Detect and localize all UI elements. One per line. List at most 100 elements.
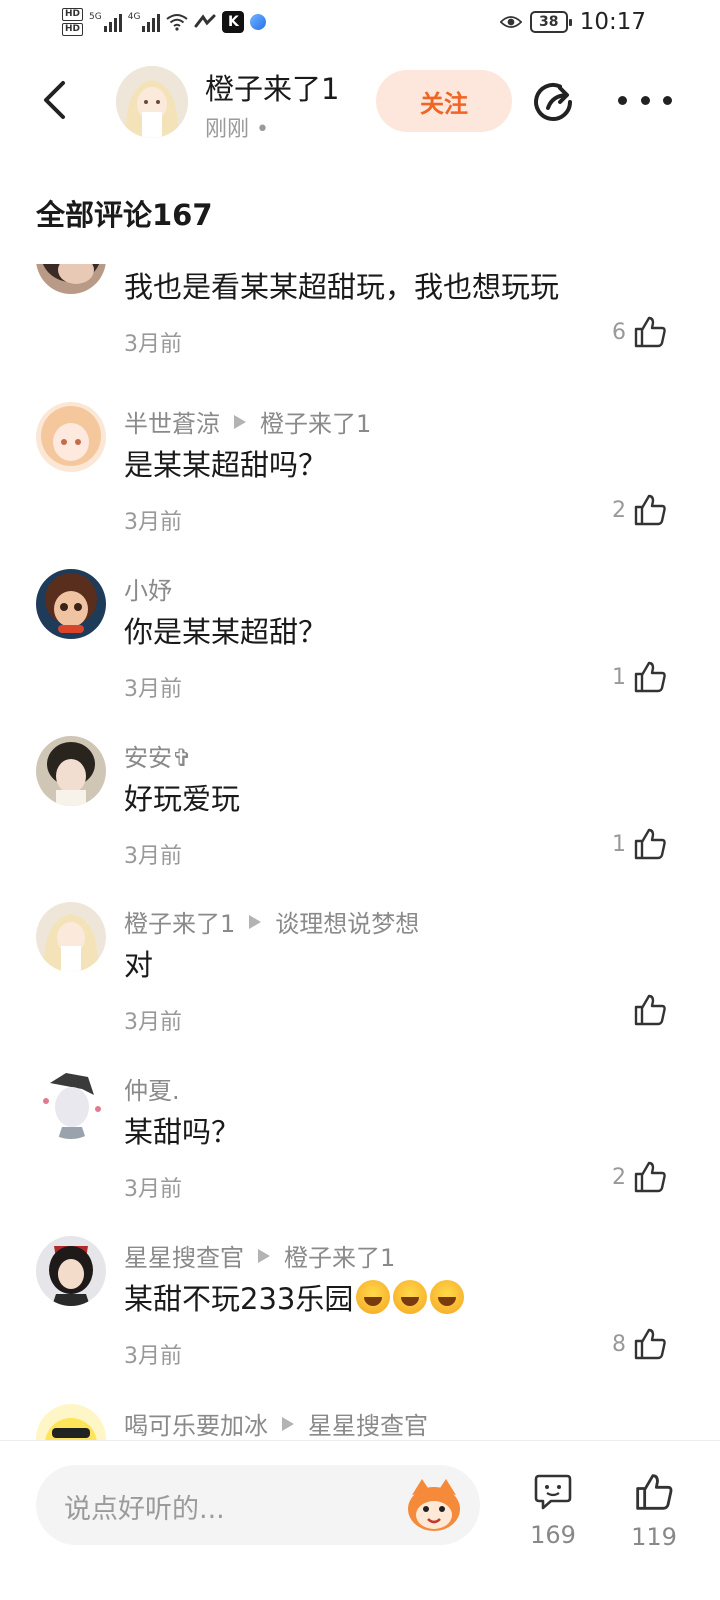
- reply-to-user[interactable]: 橙子来了1: [260, 404, 371, 439]
- commenter-avatar[interactable]: [36, 1236, 106, 1306]
- comment-author[interactable]: 橙子来了1: [124, 904, 235, 939]
- comment-item[interactable]: 星星搜查官 橙子来了1 某甜不玩233乐园 3月前 8: [0, 1236, 720, 1402]
- comment-date: 3月前: [124, 1010, 182, 1035]
- eye-icon: [499, 11, 522, 33]
- commenter-avatar[interactable]: [36, 736, 106, 806]
- comment-author[interactable]: 星星搜查官: [124, 1238, 244, 1273]
- comment-date: 3月前: [124, 332, 182, 357]
- thumbs-up-icon: [634, 994, 666, 1026]
- laugh-emoji-icon: [430, 1280, 465, 1314]
- like-count: 119: [631, 1523, 677, 1551]
- like-count: 8: [612, 1331, 626, 1357]
- like-button[interactable]: 8: [612, 1326, 668, 1362]
- more-button[interactable]: [618, 82, 672, 118]
- comment-author-line: 橙子来了1 谈理想说梦想: [124, 904, 419, 939]
- status-right: 38 10:17: [499, 9, 646, 35]
- comment-item[interactable]: 仲夏. 某甜吗？ 3月前 2: [0, 1069, 720, 1235]
- like-count: 1: [612, 664, 626, 690]
- comment-text: 我也是看某某超甜玩，我也想玩玩: [124, 270, 560, 304]
- comment-input[interactable]: 说点好听的...: [36, 1465, 480, 1545]
- share-icon: [534, 83, 572, 121]
- author-avatar[interactable]: [116, 66, 188, 138]
- comment-item[interactable]: 喝可乐要加冰 星星搜查官: [0, 1404, 720, 1440]
- comment-item[interactable]: 半世蒼涼 橙子来了1 是某某超甜吗？ 3月前 2: [0, 402, 720, 568]
- comment-author[interactable]: 小妤: [124, 571, 172, 606]
- commenter-avatar[interactable]: [36, 402, 106, 472]
- k-app-icon: K: [222, 11, 245, 33]
- share-button[interactable]: [530, 78, 580, 128]
- author-name[interactable]: 橙子来了1: [205, 66, 339, 108]
- like-button[interactable]: 1: [612, 826, 668, 862]
- reply-arrow-icon: [258, 1248, 270, 1263]
- comment-count-button[interactable]: 169: [525, 1471, 581, 1549]
- comment-count: 169: [530, 1521, 576, 1549]
- battery-icon: 38: [529, 11, 572, 33]
- comment-bubble-icon: [534, 1474, 572, 1510]
- like-button[interactable]: 2: [612, 492, 668, 528]
- laugh-emoji-icon: [393, 1280, 428, 1314]
- post-like-button[interactable]: 119: [626, 1471, 682, 1551]
- reply-arrow-icon: [282, 1416, 294, 1431]
- mascot-sticker-icon[interactable]: [402, 1473, 466, 1537]
- comment-author[interactable]: 半世蒼涼: [124, 404, 220, 439]
- comment-input-placeholder: 说点好听的...: [64, 1494, 225, 1525]
- comment-text: 某甜不玩233乐园: [124, 1276, 465, 1318]
- comment-item[interactable]: 安安✞ 好玩爱玩 3月前 1: [0, 736, 720, 902]
- commenter-avatar[interactable]: [36, 1404, 106, 1440]
- comment-item[interactable]: 小妤 你是某某超甜？ 3月前 1: [0, 569, 720, 735]
- signal-label: 5G: [89, 12, 102, 22]
- laugh-emoji-icon: [356, 1280, 391, 1314]
- comment-date: 3月前: [124, 510, 182, 535]
- comment-author[interactable]: 仲夏.: [124, 1071, 180, 1106]
- thumbs-up-icon: [634, 316, 666, 348]
- bottom-bar: 说点好听的... 169 119: [0, 1440, 720, 1600]
- post-header: 橙子来了1 刚刚 • 关注: [0, 56, 720, 146]
- like-button[interactable]: 2: [612, 1159, 668, 1195]
- comment-item[interactable]: 橙子来了1 谈理想说梦想 对 3月前: [0, 902, 720, 1068]
- reply-to-user[interactable]: 星星搜查官: [308, 1406, 428, 1440]
- comment-text: 好玩爱玩: [124, 782, 241, 816]
- commenter-avatar[interactable]: [36, 902, 106, 972]
- wifi-icon: [166, 11, 189, 33]
- more-icon: [618, 95, 627, 105]
- commenter-avatar[interactable]: [36, 264, 106, 294]
- comment-list[interactable]: 我也是看某某超甜玩，我也想玩玩 3月前 6 半世蒼涼 橙子来了1 是某某超甜吗？…: [0, 264, 720, 1440]
- commenter-avatar[interactable]: [36, 1069, 106, 1139]
- like-button[interactable]: 1: [612, 659, 668, 695]
- commenter-avatar[interactable]: [36, 569, 106, 639]
- thumbs-up-icon: [634, 494, 666, 526]
- comment-author-line: 喝可乐要加冰 星星搜查官: [124, 1406, 428, 1440]
- status-left: HD HD 5G 4G K: [62, 8, 267, 36]
- comment-text: 对: [124, 948, 154, 982]
- back-button[interactable]: [34, 76, 74, 124]
- clock: 10:17: [579, 9, 646, 35]
- like-button[interactable]: [626, 992, 668, 1028]
- comment-author[interactable]: 安安✞: [124, 738, 192, 773]
- comment-author-line: 仲夏.: [124, 1071, 180, 1106]
- comment-text: 某甜吗？: [124, 1115, 241, 1149]
- comment-author-line: 小妤: [124, 571, 172, 606]
- hd-badges: HD HD: [62, 8, 84, 36]
- signal-label: 4G: [127, 12, 141, 22]
- reply-arrow-icon: [249, 914, 262, 929]
- comment-text-body: 某甜不玩233乐园: [124, 1282, 354, 1316]
- like-count: 6: [612, 319, 626, 345]
- comment-author-line: 半世蒼涼 橙子来了1: [124, 404, 371, 439]
- reply-to-user[interactable]: 谈理想说梦想: [275, 904, 419, 939]
- like-count: 1: [612, 831, 626, 857]
- reply-arrow-icon: [234, 414, 246, 429]
- comment-item[interactable]: 我也是看某某超甜玩，我也想玩玩 3月前 6: [0, 264, 720, 390]
- like-button[interactable]: 6: [612, 314, 668, 350]
- status-bar: HD HD 5G 4G K 38 10:17: [0, 0, 720, 48]
- comment-author[interactable]: 喝可乐要加冰: [124, 1406, 268, 1440]
- thumbs-up-icon: [634, 661, 666, 693]
- follow-button[interactable]: 关注: [376, 70, 512, 132]
- comment-date: 3月前: [124, 844, 182, 869]
- hd-badge: HD: [62, 23, 84, 36]
- comment-text: 你是某某超甜？: [124, 615, 328, 649]
- reply-to-user[interactable]: 橙子来了1: [284, 1238, 395, 1273]
- comment-date: 3月前: [124, 677, 182, 702]
- comment-date: 3月前: [124, 1177, 182, 1202]
- hd-badge: HD: [62, 8, 84, 21]
- back-icon: [44, 81, 65, 119]
